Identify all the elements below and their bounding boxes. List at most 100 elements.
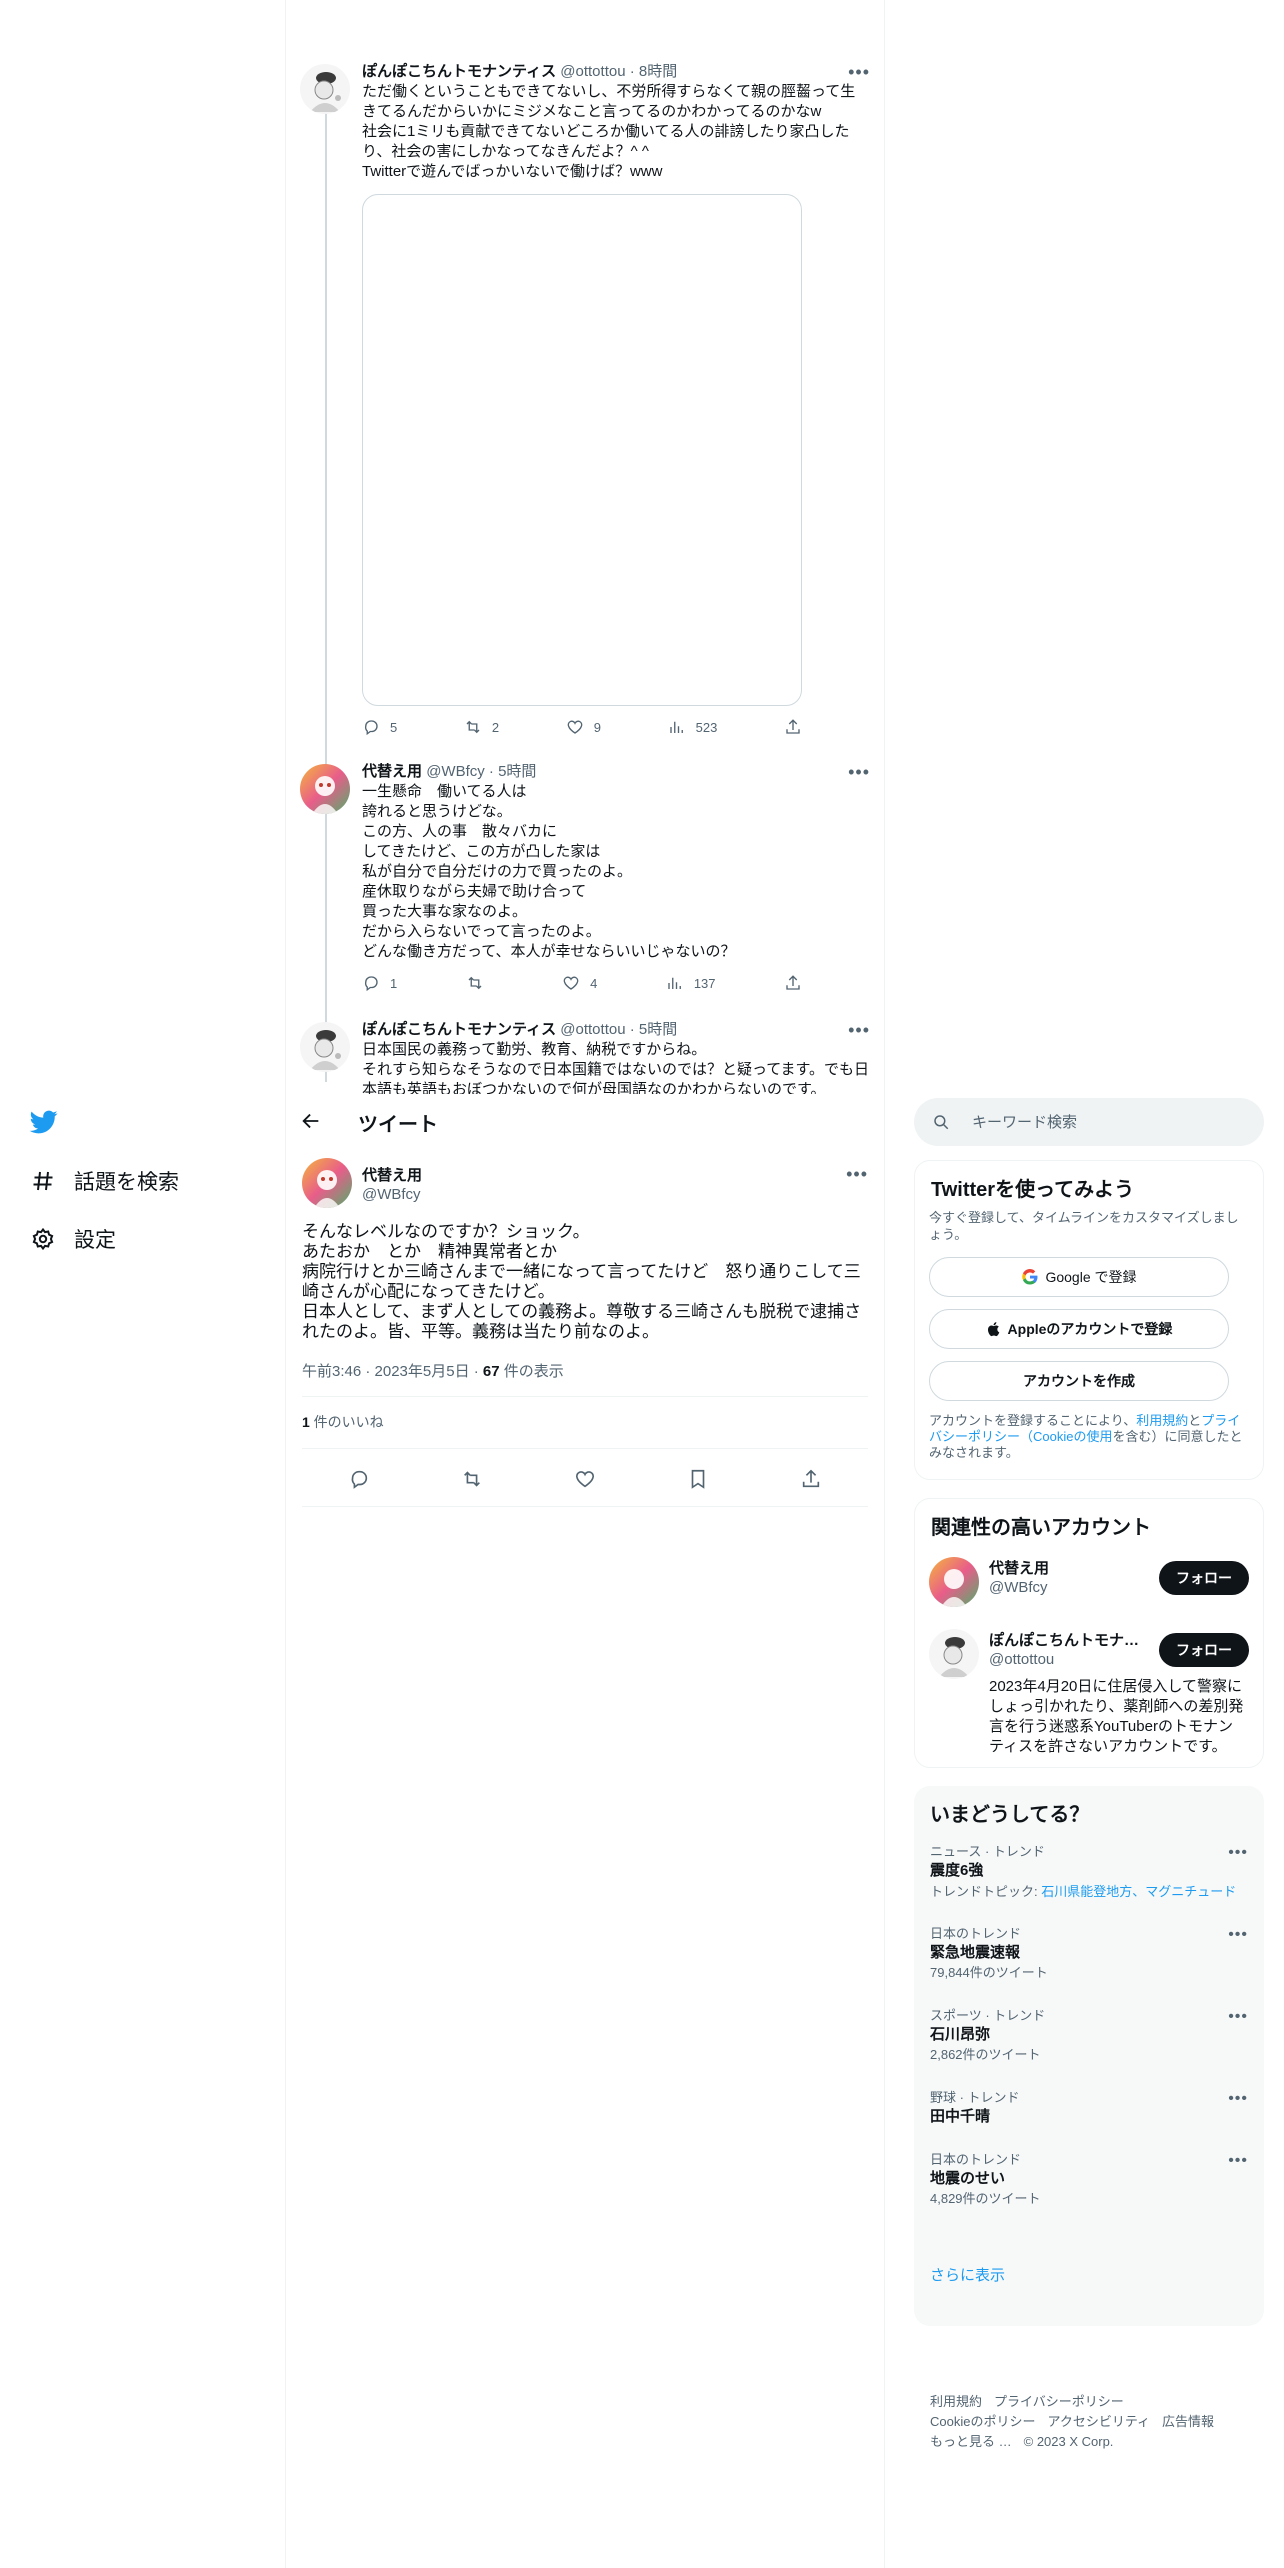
view-count: 523: [695, 719, 718, 735]
trend-topics: トレンドトピック: 石川県能登地方、マグニチュード: [930, 1882, 1248, 1902]
footer-terms[interactable]: 利用規約: [930, 2394, 982, 2409]
bar-chart-icon: [669, 721, 683, 733]
footer-cookie[interactable]: Cookieのポリシー: [930, 2414, 1035, 2429]
nav-settings[interactable]: 設定: [28, 1214, 116, 1264]
retweet-count: 2: [491, 719, 500, 735]
show-more-link[interactable]: さらに表示: [930, 2264, 1005, 2285]
related-name[interactable]: 代替え用: [989, 1557, 1049, 1578]
handle[interactable]: @WBfcy: [426, 763, 485, 780]
trend-category: 日本のトレンド: [930, 1926, 1022, 1941]
related-handle[interactable]: @ottottou: [989, 1651, 1054, 1668]
like-button[interactable]: 9: [566, 718, 601, 736]
more-options-icon[interactable]: •••: [848, 62, 870, 83]
twitter-bird-icon[interactable]: [28, 1108, 62, 1138]
tweet-actions: 5 2 9 523: [362, 718, 802, 736]
apple-signup-button[interactable]: Appleのアカウントで登録: [929, 1309, 1229, 1349]
display-name[interactable]: 代替え用: [362, 1164, 422, 1185]
footer-accessibility[interactable]: アクセシビリティ: [1047, 2414, 1150, 2429]
share-icon: [786, 719, 800, 734]
more-options-icon[interactable]: •••: [1228, 1844, 1248, 1862]
bookmark-icon[interactable]: [687, 1468, 709, 1490]
footer-links: 利用規約 プライバシーポリシー Cookieのポリシー アクセシビリティ 広告情報 も…: [930, 2392, 1260, 2452]
more-options-icon[interactable]: •••: [846, 1164, 868, 1185]
trend-item[interactable]: 野球 · トレンド 田中千晴 •••: [930, 2090, 1248, 2128]
search-box[interactable]: [914, 1098, 1264, 1146]
avatar[interactable]: [929, 1629, 979, 1679]
like-button[interactable]: 4: [562, 974, 597, 992]
more-options-icon[interactable]: •••: [1228, 2008, 1248, 2026]
more-options-icon[interactable]: •••: [848, 762, 870, 783]
back-arrow-icon[interactable]: [300, 1110, 324, 1134]
thread-tweet[interactable]: 代替え用 @WBfcy · 5時間 一生懸命 働いてる人は 誇れると思うけどな。…: [300, 756, 870, 1014]
trend-item[interactable]: スポーツ · トレンド 石川昂弥 2,862件のツイート •••: [930, 2008, 1248, 2064]
more-options-icon[interactable]: •••: [1228, 2090, 1248, 2108]
views-button[interactable]: 523: [668, 718, 718, 736]
likes-count: 1: [302, 1414, 310, 1430]
avatar[interactable]: [929, 1557, 979, 1607]
tweet-text: 日本国民の義務って勤労、教育、納税ですからね。 それすら知らなそうなので日本国籍…: [362, 1041, 870, 1094]
heart-icon: [567, 720, 583, 734]
timestamp[interactable]: 5時間: [639, 1021, 677, 1038]
thread-tweet[interactable]: ぽんぽこちんトモナンティス @ottottou · 8時間 ただ働くということも…: [300, 56, 870, 756]
more-options-icon[interactable]: •••: [1228, 2152, 1248, 2170]
handle[interactable]: @ottottou: [560, 63, 625, 80]
trend-item[interactable]: 日本のトレンド 地震のせい 4,829件のツイート •••: [930, 2152, 1248, 2208]
avatar[interactable]: [300, 64, 350, 114]
reply-button[interactable]: 1: [362, 974, 397, 992]
display-name[interactable]: ぽんぽこちんトモナンティス: [362, 63, 556, 80]
trend-category: スポーツ · トレンド: [930, 2008, 1046, 2023]
trend-item[interactable]: ニュース · トレンド 震度6強 トレンドトピック: 石川県能登地方、マグニチュ…: [930, 1844, 1248, 1902]
avatar[interactable]: [300, 764, 350, 814]
retweet-button[interactable]: 2: [464, 718, 499, 736]
related-name[interactable]: ぽんぽこちんトモナ…: [989, 1629, 1139, 1650]
display-name[interactable]: 代替え用: [362, 763, 422, 780]
display-name[interactable]: ぽんぽこちんトモナンティス: [362, 1021, 556, 1038]
nav-explore[interactable]: 話題を検索: [28, 1156, 179, 1206]
related-handle[interactable]: @WBfcy: [989, 1579, 1048, 1596]
tweet-meta: 午前3:46 · 2023年5月5日 · 67 件の表示: [302, 1360, 564, 1381]
tweet-header: ぽんぽこちんトモナンティス @ottottou · 5時間: [362, 1021, 678, 1038]
timestamp[interactable]: 午前3:46 · 2023年5月5日 ·: [302, 1363, 483, 1380]
share-button[interactable]: [784, 974, 802, 992]
timestamp[interactable]: 8時間: [639, 63, 677, 80]
reply-icon[interactable]: [348, 1468, 370, 1490]
follow-button[interactable]: フォロー: [1159, 1561, 1249, 1595]
avatar[interactable]: [300, 1022, 350, 1072]
legal-text: アカウントを登録することにより、: [929, 1413, 1137, 1428]
likes-summary[interactable]: 1 件のいいね: [302, 1412, 384, 1432]
more-options-icon[interactable]: •••: [848, 1020, 870, 1041]
search-input[interactable]: [972, 1113, 1232, 1131]
trend-item[interactable]: 日本のトレンド 緊急地震速報 79,844件のツイート •••: [930, 1926, 1248, 1982]
reply-icon: [364, 720, 378, 736]
trend-name: 地震のせい: [930, 2170, 1006, 2187]
share-icon[interactable]: [800, 1468, 822, 1490]
thread-tweet[interactable]: ぽんぽこちんトモナンティス @ottottou · 5時間 日本国民の義務って勤…: [300, 1014, 870, 1094]
follow-button[interactable]: フォロー: [1159, 1633, 1249, 1667]
retweet-icon[interactable]: [461, 1468, 483, 1490]
reply-button[interactable]: 5: [362, 718, 397, 736]
create-account-button[interactable]: アカウントを作成: [929, 1361, 1229, 1401]
retweet-button[interactable]: [466, 974, 494, 992]
trend-name: 緊急地震速報: [930, 1944, 1021, 1961]
handle[interactable]: @ottottou: [560, 1021, 625, 1038]
google-signup-label: Google で登録: [1045, 1269, 1137, 1285]
terms-link[interactable]: 利用規約: [1136, 1413, 1188, 1428]
footer-ads[interactable]: 広告情報: [1162, 2414, 1214, 2429]
views-button[interactable]: 137: [666, 974, 716, 992]
google-signup-button[interactable]: Google で登録: [929, 1257, 1229, 1297]
tweet-actions: 1 4 137: [362, 974, 802, 992]
more-options-icon[interactable]: •••: [1228, 1926, 1248, 1944]
heart-icon[interactable]: [574, 1468, 596, 1490]
related-title: 関連性の高いアカウント: [931, 1517, 1151, 1539]
footer-more[interactable]: もっと見る …: [930, 2434, 1012, 2449]
trend-category: 野球 · トレンド: [930, 2090, 1020, 2105]
heart-icon: [563, 976, 579, 990]
avatar[interactable]: [302, 1158, 352, 1208]
footer-privacy[interactable]: プライバシーポリシー: [994, 2394, 1124, 2409]
footer-copyright: © 2023 X Corp.: [1023, 2434, 1114, 2449]
tweet-media[interactable]: [362, 194, 802, 706]
handle[interactable]: @WBfcy: [362, 1186, 421, 1203]
trend-topics-links[interactable]: 石川県能登地方、マグニチュード: [1041, 1884, 1236, 1899]
share-button[interactable]: [784, 718, 802, 736]
timestamp[interactable]: 5時間: [498, 763, 536, 780]
